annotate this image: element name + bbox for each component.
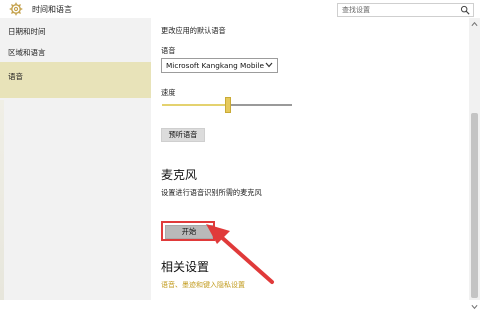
voice-dropdown[interactable]: Microsoft Kangkang Mobile xyxy=(161,58,278,73)
related-settings-heading: 相关设置 xyxy=(161,260,210,274)
speed-label: 速度 xyxy=(161,88,176,97)
chevron-down-icon xyxy=(265,62,273,68)
sidebar-item-label: 语音 xyxy=(8,72,23,81)
search-icon[interactable] xyxy=(460,5,470,15)
sidebar: 日期和时间 区域和语言 语音 xyxy=(0,18,152,300)
speed-slider-fill xyxy=(162,104,227,106)
scroll-down-icon[interactable] xyxy=(471,304,478,310)
preview-voice-button[interactable]: 预听语音 xyxy=(161,128,205,142)
start-button[interactable]: 开始 xyxy=(165,225,213,239)
sidebar-item-label: 区域和语言 xyxy=(8,48,46,57)
preview-voice-label: 预听语音 xyxy=(168,130,198,139)
window-edge xyxy=(0,100,4,300)
search-placeholder: 查找设置 xyxy=(342,6,370,14)
sidebar-item-label: 日期和时间 xyxy=(8,27,46,36)
scrollbar-thumb[interactable] xyxy=(471,113,478,298)
speed-slider-thumb[interactable] xyxy=(225,97,231,113)
vertical-scrollbar[interactable] xyxy=(469,18,480,310)
microphone-heading: 麦克风 xyxy=(161,168,198,182)
voice-selected-value: Microsoft Kangkang Mobile xyxy=(166,61,264,70)
speech-settings-panel: 更改应用的默认语音 语音 Microsoft Kangkang Mobile 速… xyxy=(151,18,469,300)
search-input[interactable]: 查找设置 xyxy=(337,3,474,17)
voice-label: 语音 xyxy=(161,46,176,55)
microphone-description: 设置进行语音识别所需的麦克风 xyxy=(161,188,262,197)
start-button-highlight: 开始 xyxy=(161,221,215,241)
privacy-settings-link[interactable]: 语音、墨迹和键入隐私设置 xyxy=(161,280,245,290)
sidebar-item-speech[interactable]: 语音 xyxy=(0,62,151,98)
gear-icon xyxy=(9,2,23,16)
title-bar: 时间和语言 查找设置 xyxy=(0,0,480,19)
app-title: 时间和语言 xyxy=(32,5,72,14)
scroll-up-icon[interactable] xyxy=(471,21,478,27)
start-button-label: 开始 xyxy=(181,227,197,236)
sidebar-item-region-language[interactable]: 区域和语言 xyxy=(0,41,151,61)
default-voice-caption: 更改应用的默认语音 xyxy=(161,26,226,35)
sidebar-item-date-time[interactable]: 日期和时间 xyxy=(0,20,151,40)
